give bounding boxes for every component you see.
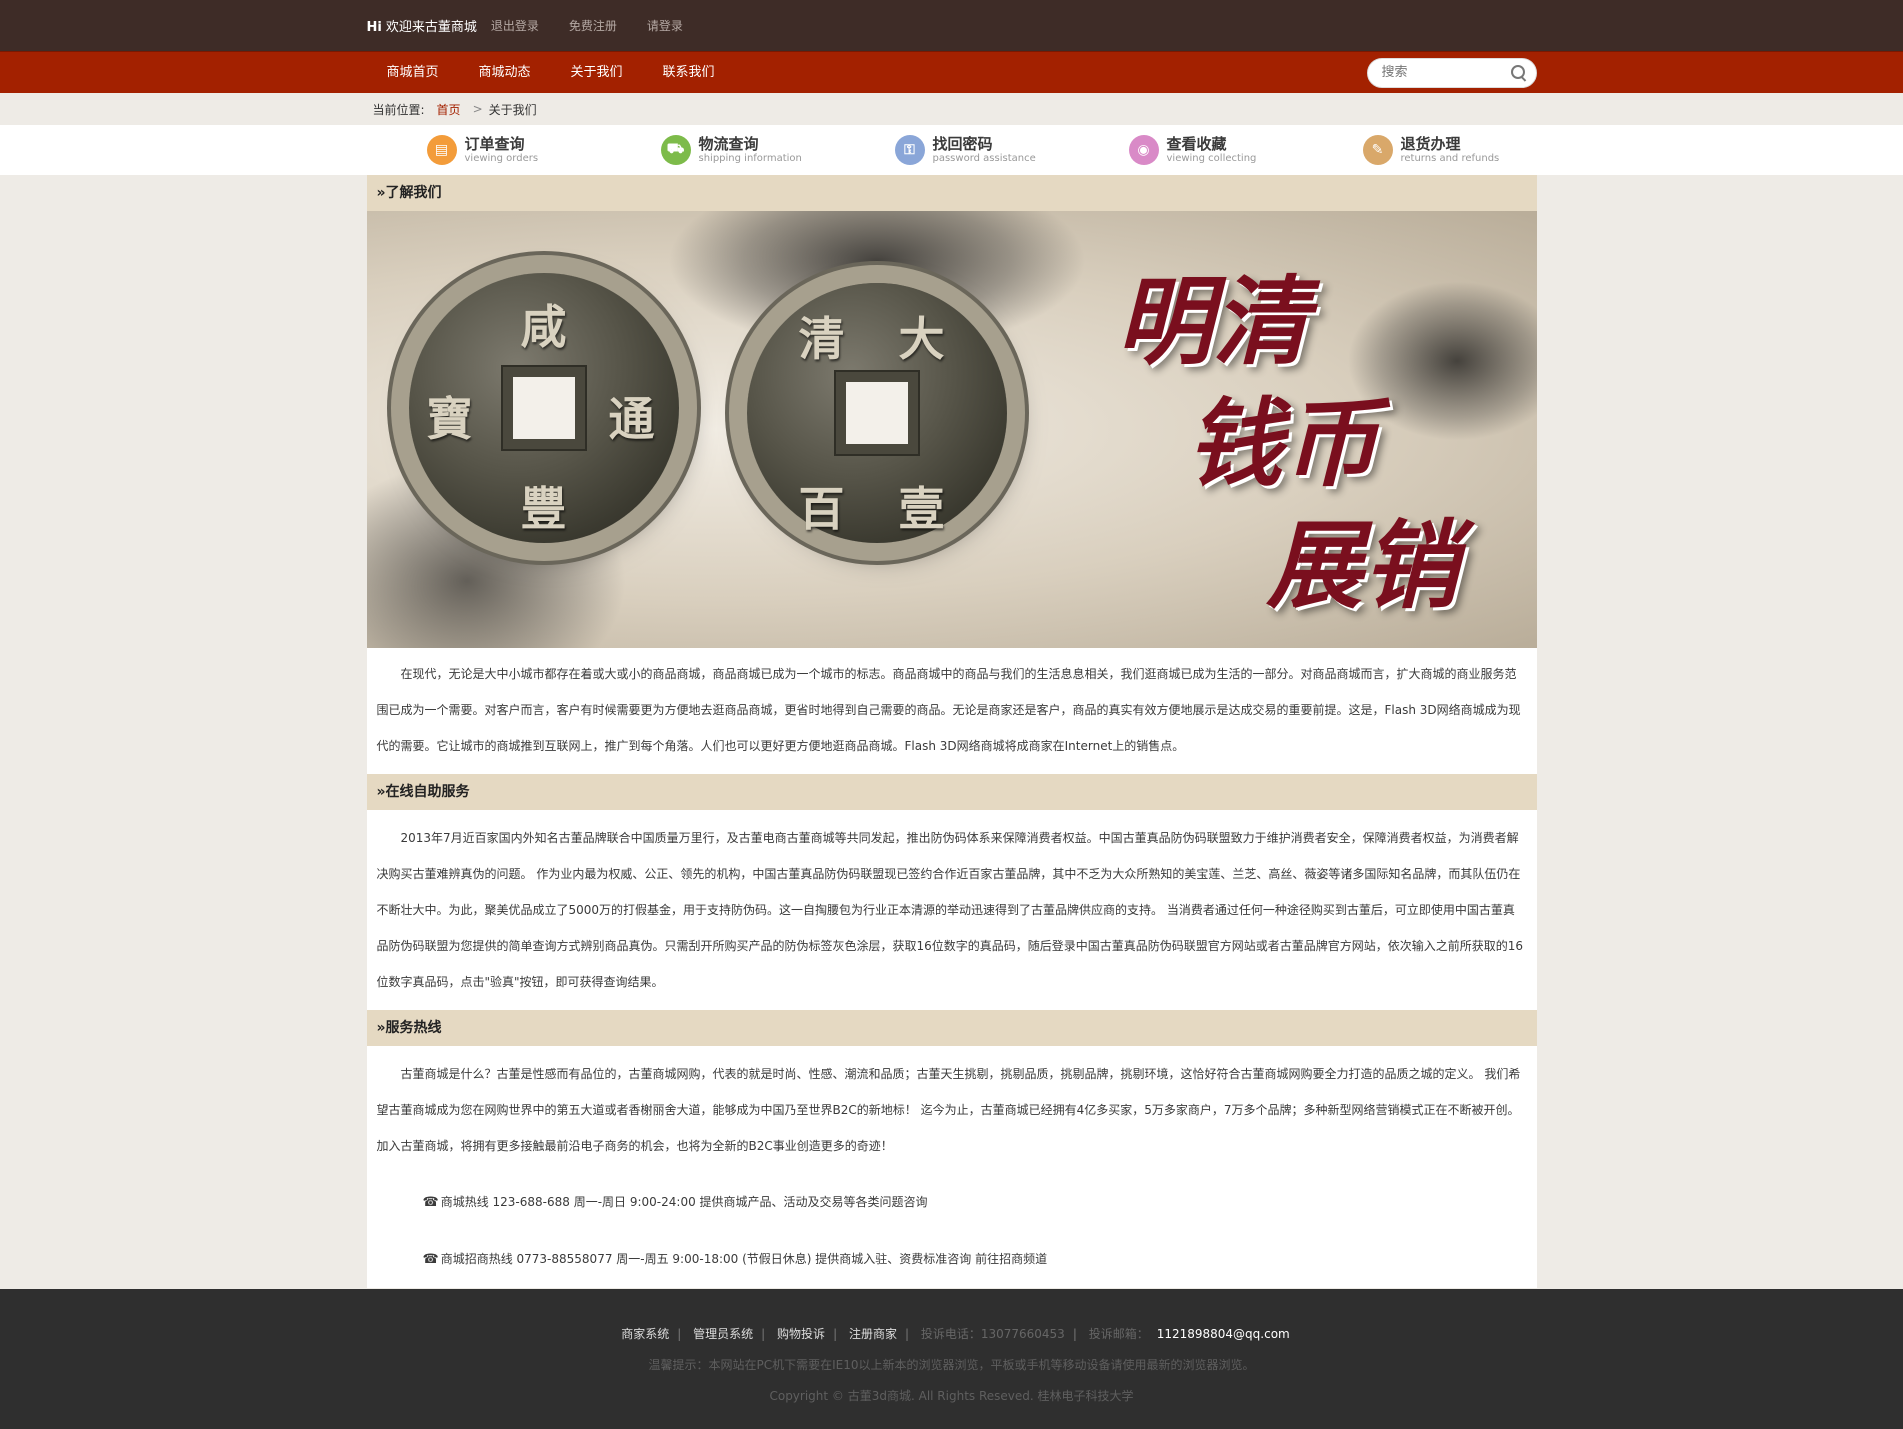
service-subtitle: viewing collecting [1166,153,1257,164]
login-link[interactable]: 请登录 [647,17,683,34]
service-title: 找回密码 [932,135,993,153]
nav-item-contact[interactable]: 联系我们 [643,52,735,93]
phone-icon: ☎ [422,1252,439,1267]
search-box [1366,57,1537,88]
breadcrumb-current: 关于我们 [488,102,537,117]
footer-email: 1121898804@qq.com [1156,1327,1290,1341]
service-subtitle: shipping information [698,153,802,164]
section-hotline-title: »服务热线 [366,1010,1537,1046]
service-strip: ▤ 订单查询 viewing orders ⛟ 物流查询 shipping informa… [0,125,1903,175]
banner-image: 咸 通 豐 寶 清 大 壹 百 明清 钱币 展销 [366,211,1537,648]
footer-link-register-merchant[interactable]: 注册商家 [849,1327,897,1341]
main-nav: 商城首页 商城动态 关于我们 联系我们 [0,51,1903,93]
hotline-merchant: ☎ 商城招商热线 0773-88558077 周一-周五 9:00-18:00 (… [422,1252,1048,1267]
service-title: 查看收藏 [1166,135,1227,153]
truck-icon: ⛟ [660,135,691,165]
coin-xianfeng: 咸 通 豐 寶 [408,273,679,543]
document-icon: ▤ [426,135,457,165]
top-bar: Hi 欢迎来古董商城 退出登录 免费注册 请登录 [0,0,1903,51]
service-item-2[interactable]: ⚿ 找回密码 password assistance [835,135,1069,165]
footer-tip: 温馨提示：本网站在PC机下需要在IE10以上新本的浏览器浏览，平板或手机等移动设… [648,1358,1255,1372]
service-subtitle: viewing orders [464,153,539,164]
service-item-4[interactable]: ✎ 退货办理 returns and refunds [1303,135,1537,165]
register-link[interactable]: 免费注册 [569,17,617,34]
search-icon[interactable] [1510,64,1528,82]
hotline-mall: ☎ 商城热线 123-688-688 周一-周日 9:00-24:00 提供商城产… [422,1195,928,1210]
service-title: 物流查询 [698,135,759,153]
main-content: »了解我们 咸 通 豐 寶 清 大 壹 百 明清 钱币 展销 在现代，无论是大中… [366,175,1537,1288]
service-item-3[interactable]: ◉ 查看收藏 viewing collecting [1069,135,1303,165]
search-input[interactable] [1379,64,1510,81]
hotline-text: 古董商城是什么？古董是性感而有品位的，古董商城网购，代表的就是时尚、性感、潮流和… [376,1067,1521,1153]
banner-slogan: 明清 钱币 展销 [1116,265,1459,622]
section-about-title: »了解我们 [366,175,1537,211]
service-subtitle: password assistance [932,153,1036,164]
nav-item-news[interactable]: 商城动态 [459,52,551,93]
breadcrumb-label: 当前位置: [372,102,425,117]
footer-complaint-phone: 投诉电话：13077660453 [920,1327,1065,1341]
nav-item-about[interactable]: 关于我们 [551,52,643,93]
service-item-1[interactable]: ⛟ 物流查询 shipping information [601,135,835,165]
service-subtitle: returns and refunds [1400,153,1500,164]
footer-link-merchant-system[interactable]: 商家系统 [621,1327,669,1341]
footer-copyright: Copyright © 古董3d商城. All Rights Reseved. … [769,1389,1134,1403]
nav-item-home[interactable]: 商城首页 [367,52,459,93]
coin-qing: 清 大 壹 百 [746,283,1007,543]
section-self-service-title: »在线自助服务 [366,774,1537,810]
footer-links: 商家系统 | 管理员系统 | 购物投诉 | 注册商家 | 投诉电话：1307766045… [621,1327,1290,1341]
breadcrumb-home[interactable]: 首页 [437,101,461,118]
service-item-0[interactable]: ▤ 订单查询 viewing orders [367,135,601,165]
rss-icon: ◉ [1128,135,1159,165]
footer-link-admin-system[interactable]: 管理员系统 [693,1327,753,1341]
return-icon: ✎ [1362,135,1393,165]
breadcrumb-separator: > [472,102,483,116]
about-text: 在现代，无论是大中小城市都存在着或大或小的商品商城，商品商城已成为一个城市的标志… [376,667,1521,753]
service-title: 订单查询 [464,135,525,153]
footer: 商家系统 | 管理员系统 | 购物投诉 | 注册商家 | 投诉电话：1307766045… [0,1289,1903,1429]
breadcrumb: 当前位置: 首页 > 关于我们 [0,93,1903,125]
service-title: 退货办理 [1400,135,1461,153]
logout-link[interactable]: 退出登录 [491,17,539,34]
greeting: Hi 欢迎来古董商城 [366,20,477,35]
footer-link-complaint[interactable]: 购物投诉 [777,1327,825,1341]
footer-email-label: 投诉邮箱： [1088,1327,1149,1341]
key-icon: ⚿ [894,135,925,165]
self-service-text: 2013年7月近百家国内外知名古董品牌联合中国质量万里行，及古董电商古董商城等共… [376,831,1524,989]
phone-icon: ☎ [422,1195,439,1210]
